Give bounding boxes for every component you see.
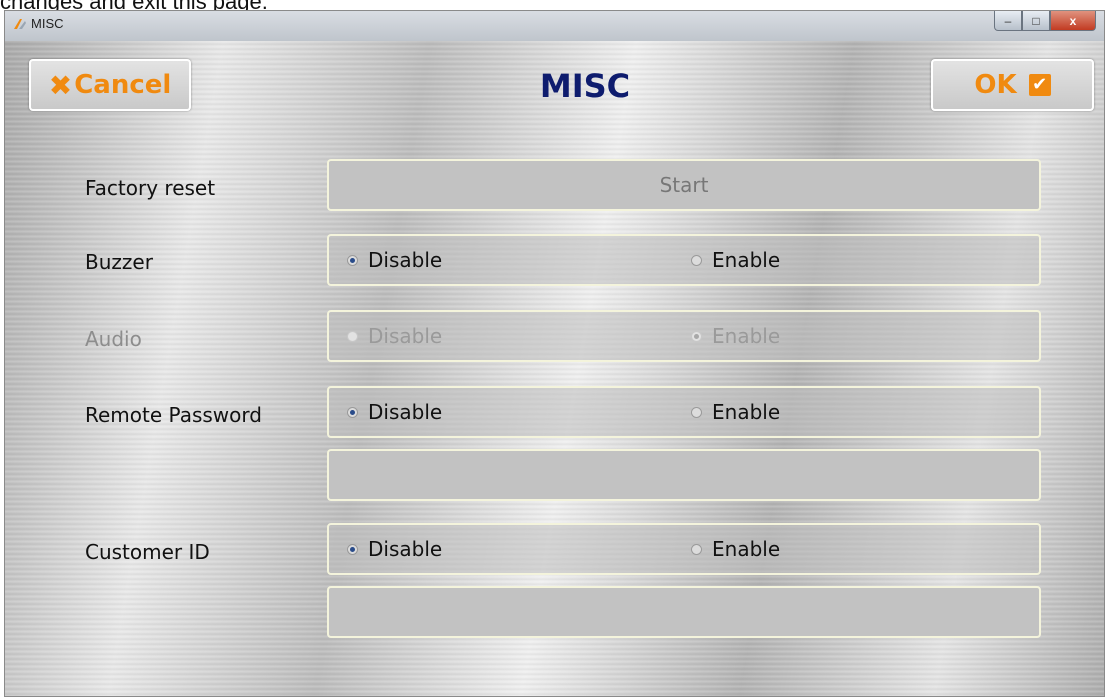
radio-unselected-icon (691, 254, 702, 266)
buzzer-disable-radio[interactable]: Disable (347, 248, 442, 272)
remote-password-label: Remote Password (85, 403, 262, 427)
close-button[interactable]: x (1050, 11, 1096, 31)
misc-panel: ✖ Cancel MISC OK ✔ Factory reset Start B… (5, 41, 1104, 696)
remote-password-input[interactable] (327, 449, 1041, 501)
radio-label: Enable (712, 324, 781, 348)
window-title: MISC (31, 16, 64, 31)
radio-selected-icon (347, 406, 358, 418)
remote-password-radio-group: Disable Enable (327, 386, 1041, 438)
radio-unselected-icon (691, 543, 702, 555)
buzzer-radio-group: Disable Enable (327, 234, 1041, 286)
ok-label: OK (974, 70, 1017, 100)
radio-label: Disable (368, 400, 443, 424)
radio-selected-icon (347, 543, 358, 555)
customer-id-enable-radio[interactable]: Enable (691, 537, 780, 561)
audio-label: Audio (85, 327, 142, 351)
radio-label: Enable (712, 537, 781, 561)
factory-reset-label: Factory reset (85, 176, 216, 200)
customer-id-input[interactable] (327, 586, 1041, 638)
radio-label: Disable (368, 324, 443, 348)
ok-button[interactable]: OK ✔ (931, 59, 1094, 111)
start-label: Start (659, 173, 709, 197)
close-x-icon: ✖ (48, 68, 73, 102)
customer-id-radio-group: Disable Enable (327, 523, 1041, 575)
customer-id-disable-radio[interactable]: Disable (347, 537, 442, 561)
radio-label: Disable (368, 537, 443, 561)
checkbox-check-icon: ✔ (1028, 74, 1051, 96)
remote-password-disable-radio[interactable]: Disable (347, 400, 442, 424)
app-logo-icon (14, 19, 26, 29)
audio-enable-radio: Enable (691, 324, 780, 348)
buzzer-label: Buzzer (85, 250, 153, 274)
page-title: MISC (539, 67, 631, 105)
window-controls: – □ x (994, 11, 1096, 33)
radio-label: Enable (712, 248, 781, 272)
remote-password-enable-radio[interactable]: Enable (691, 400, 780, 424)
radio-label: Enable (712, 400, 781, 424)
maximize-button[interactable]: □ (1022, 11, 1050, 31)
radio-selected-icon (691, 330, 702, 342)
radio-label: Disable (368, 248, 443, 272)
cancel-button[interactable]: ✖ Cancel (29, 59, 191, 111)
title-bar: MISC – □ x (5, 11, 1104, 42)
cancel-label: Cancel (74, 70, 172, 100)
misc-window: MISC – □ x ✖ Cancel MISC OK ✔ Factory re… (4, 10, 1105, 697)
audio-radio-group: Disable Enable (327, 310, 1041, 362)
radio-unselected-icon (691, 406, 702, 418)
radio-selected-icon (347, 254, 358, 266)
customer-id-label: Customer ID (85, 540, 210, 564)
buzzer-enable-radio[interactable]: Enable (691, 248, 780, 272)
audio-disable-radio: Disable (347, 324, 442, 348)
minimize-button[interactable]: – (994, 11, 1022, 31)
factory-reset-start-button[interactable]: Start (327, 159, 1041, 211)
radio-unselected-icon (347, 330, 358, 342)
